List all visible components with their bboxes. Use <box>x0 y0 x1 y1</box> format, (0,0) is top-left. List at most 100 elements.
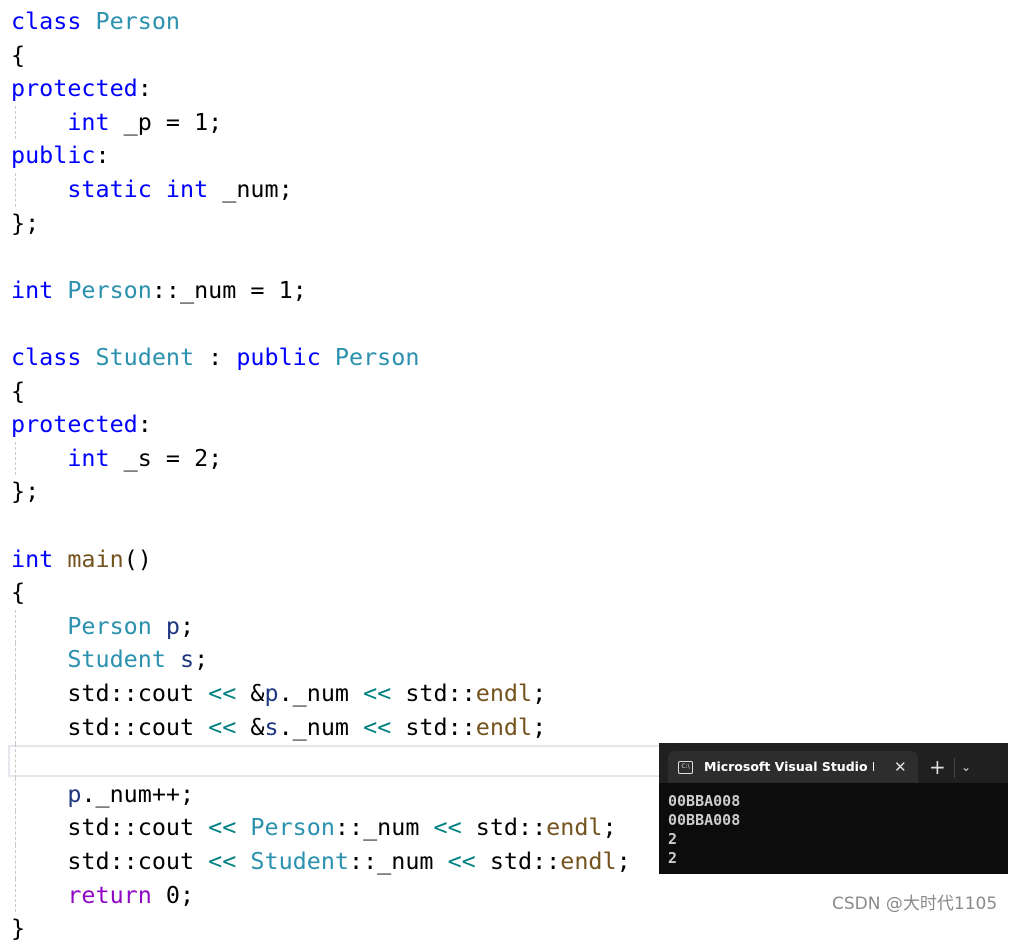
code-line: std::cout << &p._num << std::endl; <box>11 677 546 711</box>
code-line: }; <box>11 207 39 241</box>
code-line: protected: <box>11 408 152 442</box>
code-token: ::_num = 1; <box>151 275 307 304</box>
code-token: static <box>67 175 166 203</box>
console-icon: C:\ <box>678 761 693 774</box>
code-token: << <box>433 813 462 842</box>
code-token: p <box>165 611 181 640</box>
code-token: ._num++; <box>81 779 195 808</box>
code-token: ._num <box>278 712 364 741</box>
code-token: std::cout <box>11 847 209 875</box>
code-line: class Student : public Person <box>11 341 419 375</box>
code-token: endl <box>475 712 533 741</box>
close-tab-icon[interactable]: ✕ <box>894 751 907 783</box>
code-token: << <box>208 813 237 842</box>
code-token: std::cout <box>11 712 209 741</box>
code-token: int <box>67 443 110 472</box>
code-token: Person <box>334 343 420 371</box>
code-token: return <box>67 880 166 909</box>
code-token: { <box>11 578 26 607</box>
code-token: } <box>11 914 26 943</box>
code-line: int Person::_num = 1; <box>11 274 307 308</box>
watermark: CSDN @大时代1105 <box>832 894 998 914</box>
code-token: << <box>363 712 392 741</box>
code-token: Student <box>95 343 195 371</box>
code-line: return 0; <box>11 879 194 913</box>
code-line: int _s = 2; <box>11 442 222 476</box>
divider <box>954 758 955 778</box>
tab-title: Microsoft Visual Studio Debug Console <box>704 759 874 774</box>
code-token: p <box>264 679 279 707</box>
code-token: int <box>67 107 110 136</box>
code-line: { <box>11 39 25 73</box>
code-token: int <box>165 175 209 203</box>
output-line: 00BBA008 <box>668 792 741 810</box>
code-token: : <box>137 74 152 103</box>
output-line: 2 <box>668 849 678 867</box>
code-token: 0; <box>165 880 195 909</box>
code-line: std::cout << &s._num << std::endl; <box>11 711 546 745</box>
console-output: 00BBA008 00BBA008 2 2 <box>659 783 1008 868</box>
code-token: : <box>137 410 152 439</box>
code-token: std::cout <box>11 679 209 707</box>
code-token: int <box>11 544 68 573</box>
code-token: Person <box>67 611 166 640</box>
code-line: int main() <box>11 543 152 577</box>
code-line: Person p; <box>11 610 194 644</box>
code-token: << <box>208 679 237 707</box>
code-token: public <box>236 343 335 371</box>
code-token: Student <box>67 645 181 674</box>
code-token: int <box>11 275 68 304</box>
code-line: std::cout << Student::_num << std::endl; <box>11 845 630 879</box>
code-line: std::cout << Person::_num << std::endl; <box>11 811 616 845</box>
code-token: () <box>123 544 152 573</box>
code-token: & <box>236 679 265 707</box>
code-token: { <box>11 376 26 405</box>
chevron-down-icon[interactable]: ⌄ <box>961 751 971 783</box>
code-line: int _p = 1; <box>11 106 222 140</box>
code-token: endl <box>560 847 617 875</box>
terminal-tab[interactable]: C:\ Microsoft Visual Studio Debug Consol… <box>668 751 918 783</box>
code-token: : <box>194 343 237 371</box>
code-token: ::_num <box>349 847 448 875</box>
code-token: std:: <box>461 813 547 842</box>
new-tab-button[interactable]: + <box>929 751 946 783</box>
code-line: static int _num; <box>11 173 293 207</box>
code-line: }; <box>11 475 39 509</box>
output-line: 00BBA008 <box>668 811 741 829</box>
code-token: public <box>11 141 96 170</box>
code-token: << <box>208 712 237 741</box>
code-token: & <box>236 712 265 741</box>
code-token: Student <box>250 847 349 875</box>
code-token: Person <box>95 7 181 35</box>
code-token: std:: <box>391 679 476 707</box>
code-token: s <box>264 712 279 741</box>
code-line: public: <box>11 139 110 173</box>
code-token: Person <box>67 275 152 304</box>
code-token: _num; <box>208 175 293 203</box>
code-line: Student s; <box>11 643 208 677</box>
code-token: ::_num <box>334 813 434 842</box>
current-line-highlight <box>8 745 660 777</box>
code-token: Person <box>250 813 335 842</box>
code-token: main <box>67 544 124 573</box>
code-token: std:: <box>391 712 476 741</box>
code-token: class <box>11 7 96 35</box>
terminal-tab-bar: C:\ Microsoft Visual Studio Debug Consol… <box>659 743 1008 783</box>
code-token: s <box>180 645 195 674</box>
code-token: _s = 2; <box>109 443 223 472</box>
code-token: protected <box>11 410 138 439</box>
code-token: << <box>447 847 476 875</box>
code-token: endl <box>546 813 603 842</box>
code-token: ; <box>194 645 209 674</box>
code-line: p._num++; <box>11 778 194 812</box>
output-line: 2 <box>668 830 678 848</box>
code-token: }; <box>11 477 40 506</box>
code-token: p <box>67 779 82 808</box>
